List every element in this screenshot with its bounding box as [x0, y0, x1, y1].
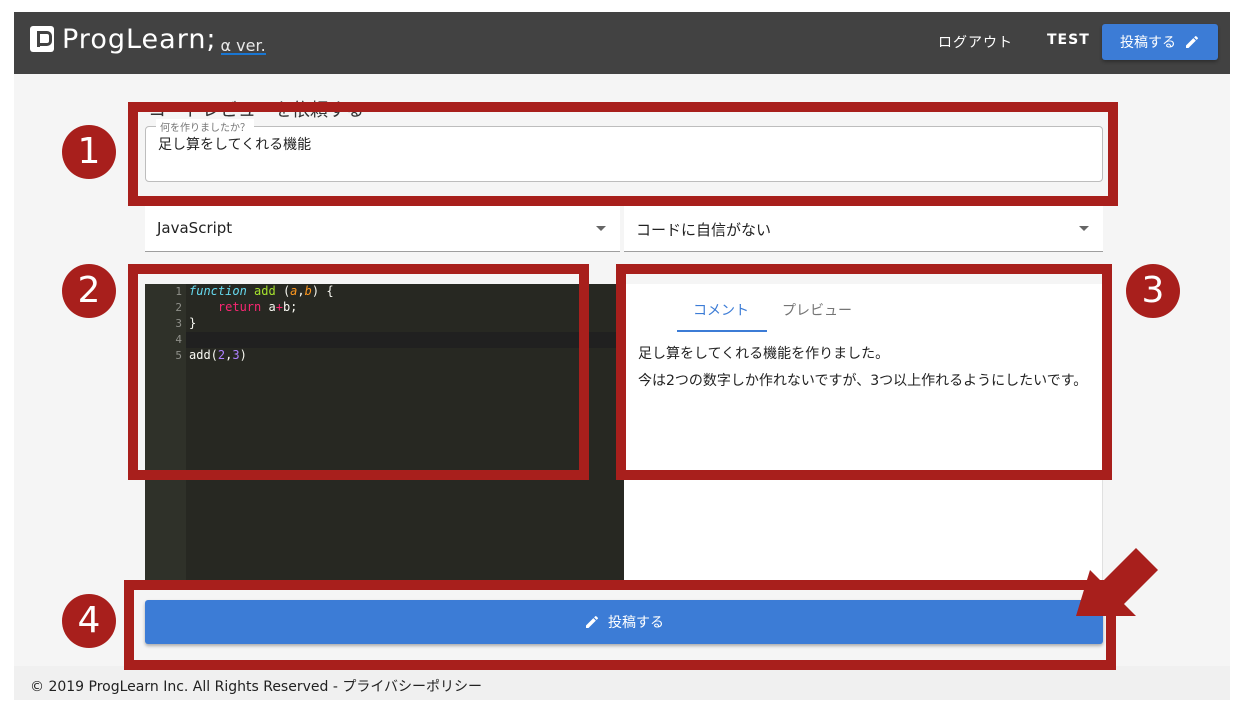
logo-icon	[30, 26, 54, 52]
logo-version: α ver.	[220, 35, 266, 55]
footer: © 2019 ProgLearn Inc. All Rights Reserve…	[14, 666, 1230, 700]
pointer-arrow-icon	[1076, 548, 1158, 616]
step-badge-3: 3	[1126, 264, 1180, 318]
logout-link[interactable]: ログアウト	[938, 32, 1013, 52]
step-badge-4: 4	[62, 594, 116, 648]
footer-text: © 2019 ProgLearn Inc. All Rights Reserve…	[30, 679, 483, 695]
language-select[interactable]: JavaScript	[145, 206, 620, 252]
app-bar: ProgLearn; α ver. ログアウト TEST 投稿する	[14, 12, 1230, 74]
confidence-select[interactable]: コードに自信がない	[624, 206, 1103, 252]
dropdown-caret-icon	[1079, 226, 1089, 231]
logo-text: ProgLearn;	[62, 23, 217, 55]
language-select-value: JavaScript	[157, 219, 233, 237]
highlight-box-4	[124, 580, 1116, 670]
highlight-box-2	[128, 264, 589, 480]
header-post-label: 投稿する	[1120, 35, 1176, 51]
dropdown-caret-icon	[596, 226, 606, 231]
step-badge-2: 2	[62, 264, 116, 318]
highlight-box-3	[616, 264, 1112, 480]
header-post-button[interactable]: 投稿する	[1102, 24, 1218, 60]
highlight-box-1	[128, 102, 1118, 206]
confidence-select-value: コードに自信がない	[636, 221, 772, 239]
logo[interactable]: ProgLearn; α ver.	[30, 23, 266, 55]
step-badge-1: 1	[62, 125, 116, 179]
pencil-icon	[1186, 35, 1199, 48]
username-link[interactable]: TEST	[1047, 32, 1090, 48]
